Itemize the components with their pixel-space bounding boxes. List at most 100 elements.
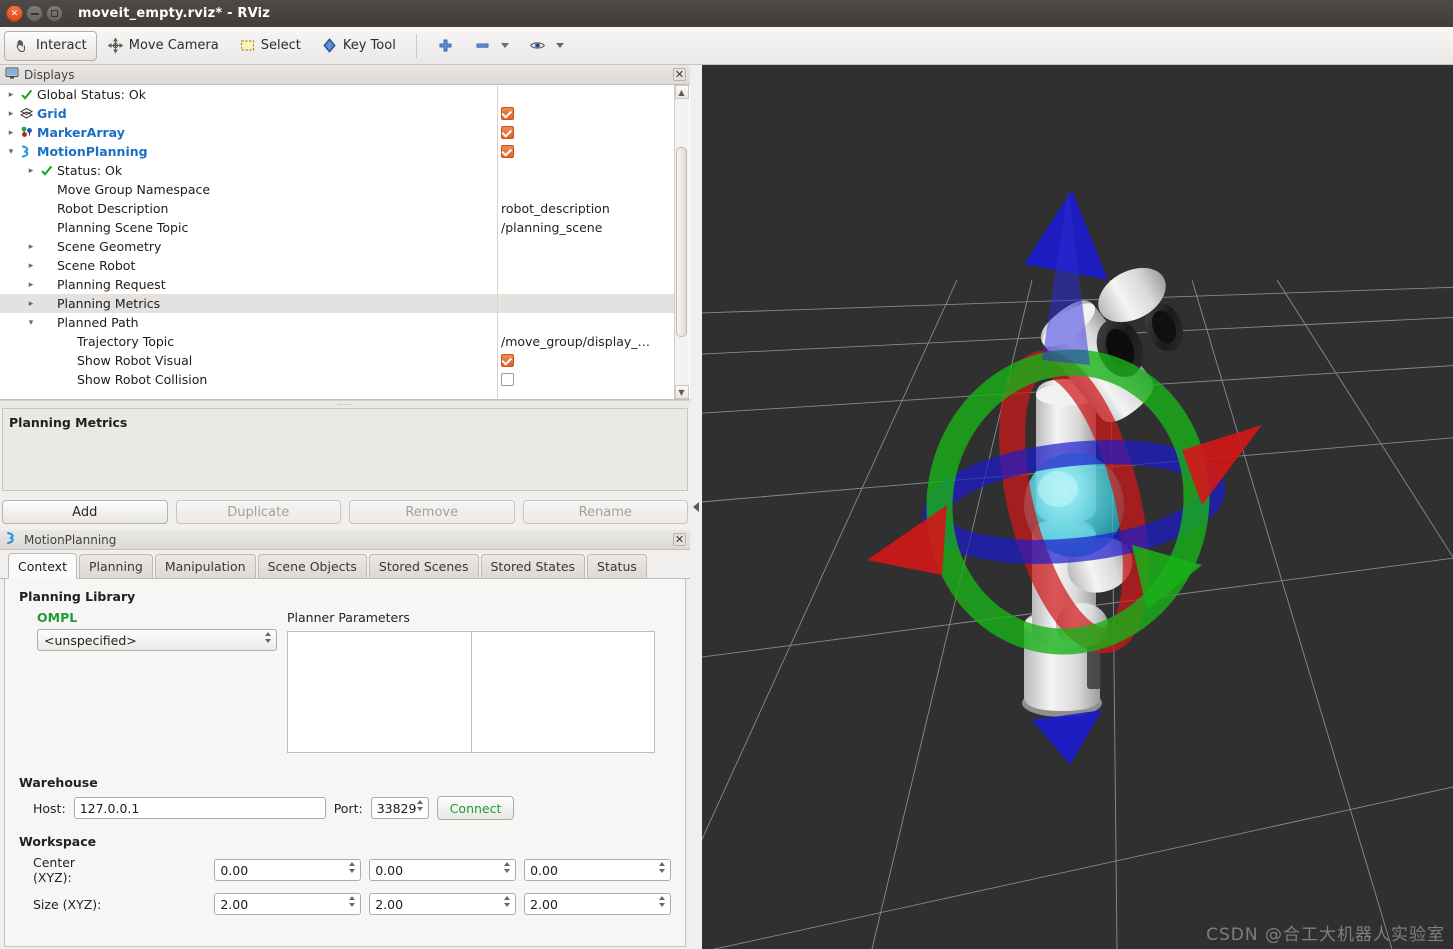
tree-row-value[interactable] [498, 370, 674, 389]
port-input[interactable]: 33829 [370, 797, 429, 819]
robot-model[interactable] [702, 65, 1453, 949]
planner-parameters-table[interactable] [287, 631, 655, 753]
tab-context[interactable]: Context [8, 553, 77, 579]
tab-stored-states[interactable]: Stored States [480, 554, 586, 578]
tree-row-value[interactable] [498, 256, 674, 275]
center-z-input[interactable]: 0.00 [524, 859, 671, 881]
remove-tool-button[interactable] [464, 31, 519, 61]
visibility-checkbox[interactable] [501, 107, 514, 120]
tool-button-select[interactable]: Select [229, 31, 311, 61]
chevron-right-icon[interactable]: ▸ [24, 166, 38, 176]
tree-row[interactable]: ▸ Scene Geometry [0, 237, 497, 256]
chevron-updown-icon[interactable] [658, 896, 665, 907]
tree-row-value[interactable] [498, 351, 674, 370]
tree-row-value[interactable] [498, 85, 674, 104]
panel-splitter[interactable] [690, 65, 702, 949]
chevron-down-icon[interactable]: ▾ [24, 318, 38, 328]
center-y-input[interactable]: 0.00 [369, 859, 517, 881]
tree-row[interactable]: ▸ Status: Ok [0, 161, 497, 180]
chevron-updown-icon[interactable] [265, 632, 271, 643]
tree-row[interactable]: ▸ MarkerArray [0, 123, 497, 142]
scrollbar-thumb[interactable] [675, 147, 687, 337]
chevron-right-icon[interactable]: ▸ [24, 280, 38, 290]
tool-button-interact[interactable]: Interact [4, 30, 97, 61]
size-x-input[interactable]: 2.00 [214, 893, 362, 915]
tree-row-value[interactable] [498, 142, 674, 161]
visibility-checkbox[interactable] [501, 145, 514, 158]
scroll-up-icon[interactable]: ▲ [674, 85, 689, 99]
tree-row[interactable]: ▾ MotionPlanning [0, 142, 497, 161]
tree-row[interactable]: ▸ Grid [0, 104, 497, 123]
visibility-checkbox[interactable] [501, 354, 514, 367]
scroll-down-icon[interactable]: ▼ [674, 385, 689, 399]
tree-row-value[interactable]: /planning_scene [498, 218, 674, 237]
tab-stored-scenes[interactable]: Stored Scenes [368, 554, 479, 578]
tree-row-value[interactable] [498, 237, 674, 256]
planner-select[interactable]: <unspecified> [37, 629, 277, 651]
center-x-input[interactable]: 0.00 [214, 859, 362, 881]
visibility-checkbox[interactable] [501, 126, 514, 139]
tab-status[interactable]: Status [587, 554, 647, 578]
tab-manipulation[interactable]: Manipulation [154, 554, 256, 578]
window-maximize-button[interactable] [46, 5, 63, 22]
tree-row[interactable]: ▸ Global Status: Ok [0, 85, 497, 104]
add-display-button[interactable]: Add [2, 500, 168, 524]
chevron-updown-icon[interactable] [504, 862, 511, 873]
tree-row-value[interactable] [498, 180, 674, 199]
chevron-down-icon[interactable] [500, 43, 509, 48]
tree-row[interactable]: Robot Description [0, 199, 497, 218]
tree-row-value[interactable]: /move_group/display_… [498, 332, 674, 351]
chevron-right-icon[interactable]: ▸ [4, 90, 18, 100]
chevron-right-icon[interactable]: ▸ [24, 261, 38, 271]
tool-button-key-tool[interactable]: Key Tool [311, 31, 406, 61]
tree-row[interactable]: Show Robot Visual [0, 351, 497, 370]
tab-scene-objects[interactable]: Scene Objects [257, 554, 367, 578]
host-input[interactable]: 127.0.0.1 [73, 797, 326, 819]
window-close-button[interactable]: ✕ [6, 5, 23, 22]
tree-row[interactable]: ▸ Scene Robot [0, 256, 497, 275]
add-tool-button[interactable] [427, 31, 464, 61]
tree-row-value[interactable] [498, 104, 674, 123]
displays-splitter-handle[interactable]: ⎯⎯⎯ [0, 400, 690, 409]
tree-row[interactable]: ▾ Planned Path [0, 313, 497, 332]
tab-planning[interactable]: Planning [78, 554, 153, 578]
tree-row-value[interactable] [498, 275, 674, 294]
tree-row-value[interactable] [498, 123, 674, 142]
motion-planning-dock-close-button[interactable]: ✕ [673, 533, 686, 546]
tree-row-value[interactable]: robot_description [498, 199, 674, 218]
scrollbar-track[interactable] [674, 99, 689, 385]
chevron-right-icon[interactable]: ▸ [4, 109, 18, 119]
chevron-right-icon[interactable]: ▸ [24, 299, 38, 309]
tree-row-value[interactable] [498, 294, 674, 313]
chevron-updown-icon[interactable] [349, 896, 356, 907]
chevron-right-icon[interactable]: ▸ [24, 242, 38, 252]
tree-row[interactable]: ▸ Planning Request [0, 275, 497, 294]
chevron-right-icon[interactable]: ▸ [4, 128, 18, 138]
connect-button[interactable]: Connect [436, 796, 515, 820]
chevron-updown-icon[interactable] [349, 862, 356, 873]
tree-row[interactable]: Trajectory Topic [0, 332, 497, 351]
remove-display-button[interactable]: Remove [349, 500, 515, 524]
tool-button-move-camera[interactable]: Move Camera [97, 31, 229, 61]
displays-tree[interactable]: ▸ Global Status: Ok ▸ Grid ▸ MarkerArray ▾ Moti… [0, 85, 690, 400]
tree-row[interactable]: Move Group Namespace [0, 180, 497, 199]
render-viewport-3d[interactable]: CSDN @合工大机器人实验室 [702, 65, 1453, 949]
chevron-updown-icon[interactable] [658, 862, 665, 873]
duplicate-display-button[interactable]: Duplicate [175, 500, 341, 524]
chevron-updown-icon[interactable] [504, 896, 511, 907]
tree-row[interactable]: Planning Scene Topic [0, 218, 497, 237]
tree-row-value[interactable] [498, 313, 674, 332]
tree-row[interactable]: ▸ Planning Metrics [0, 294, 497, 313]
tree-row-value[interactable] [498, 161, 674, 180]
size-y-input[interactable]: 2.00 [369, 893, 517, 915]
visibility-checkbox[interactable] [501, 373, 514, 386]
chevron-down-icon[interactable] [555, 43, 564, 48]
chevron-down-icon[interactable]: ▾ [4, 147, 18, 157]
window-minimize-button[interactable] [26, 5, 43, 22]
displays-tree-scrollbar[interactable]: ▲ ▼ [674, 85, 689, 399]
chevron-updown-icon[interactable] [416, 800, 423, 811]
size-z-input[interactable]: 2.00 [524, 893, 671, 915]
displays-dock-close-button[interactable]: ✕ [673, 68, 686, 81]
visibility-tool-button[interactable] [519, 31, 574, 61]
collapse-panel-icon[interactable] [693, 502, 699, 512]
